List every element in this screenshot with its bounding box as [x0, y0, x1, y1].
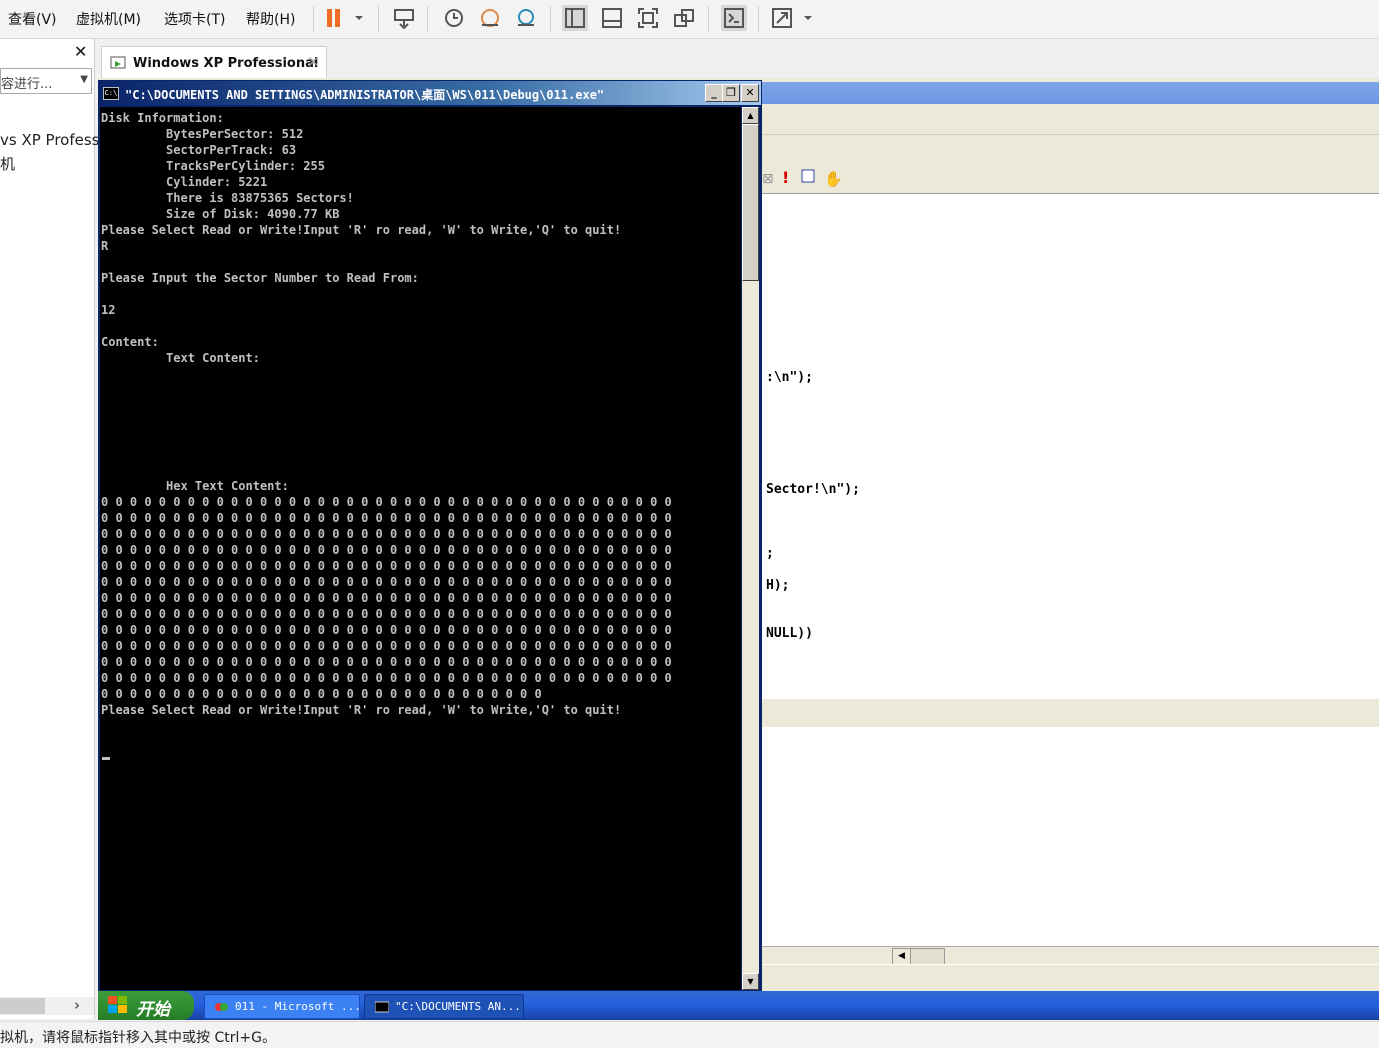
- unity-button[interactable]: [671, 5, 697, 31]
- fullscreen-button[interactable]: [635, 5, 661, 31]
- keyboard-icon: [394, 9, 414, 29]
- code-fragment: :\n");: [766, 370, 813, 385]
- code-fragment: ;: [766, 546, 774, 561]
- ide-statusbar: [762, 964, 1379, 992]
- console-scroll-thumb[interactable]: [742, 124, 759, 281]
- tab-windows-xp[interactable]: Windows XP Professional ✕: [101, 46, 327, 79]
- console-view-button[interactable]: [721, 5, 747, 31]
- taskbar-item-label: 011 - Microsoft ...: [235, 1000, 361, 1013]
- console-title: "C:\DOCUMENTS AND SETTINGS\ADMINISTRATOR…: [125, 88, 605, 102]
- toolbar-separator: [708, 6, 709, 32]
- console-text: Disk Information: BytesPerSector: 512 Se…: [101, 111, 672, 717]
- scroll-down-icon[interactable]: ▼: [742, 973, 759, 990]
- console-titlebar[interactable]: C:\ "C:\DOCUMENTS AND SETTINGS\ADMINISTR…: [99, 81, 761, 105]
- fullscreen-icon: [638, 8, 658, 28]
- ide-menubar: [762, 106, 1379, 135]
- pause-button[interactable]: [323, 5, 363, 31]
- toolbar-separator: [550, 6, 551, 32]
- library-search-placeholder: 容进行...: [1, 77, 53, 92]
- dropdown-arrow-icon[interactable]: ▼: [80, 74, 88, 85]
- scroll-left-icon[interactable]: ◀: [892, 948, 911, 965]
- taskbar-item-label: "C:\DOCUMENTS AN...: [395, 1000, 521, 1013]
- close-button[interactable]: ✕: [741, 84, 759, 102]
- toolbar-separator: [313, 6, 314, 32]
- host-toolbar: 查看(V) 虚拟机(M) 选项卡(T) 帮助(H): [0, 0, 1379, 39]
- code-fragment: NULL)): [766, 626, 813, 641]
- msdev-icon: [215, 1003, 228, 1011]
- library-hscroll-thumb[interactable]: [0, 998, 45, 1014]
- start-button[interactable]: 开始: [98, 991, 194, 1020]
- revert-snapshot-button[interactable]: [477, 5, 503, 31]
- ide-hscroll-thumb[interactable]: [910, 948, 945, 965]
- menu-help[interactable]: 帮助(H): [246, 9, 295, 29]
- library-vm-item[interactable]: vs XP Professi: [0, 131, 104, 149]
- revert-icon: [481, 9, 499, 27]
- svg-text:!: !: [782, 168, 789, 187]
- stretch-button[interactable]: [771, 5, 815, 31]
- terminal-icon: [724, 8, 744, 28]
- host-status-text: 拟机，请将鼠标指针移入其中或按 Ctrl+G。: [0, 1030, 276, 1046]
- scroll-up-icon[interactable]: ▲: [742, 107, 759, 124]
- send-ctrl-alt-del-button[interactable]: [391, 5, 417, 31]
- pause-icon: [327, 9, 363, 27]
- menu-vm[interactable]: 虚拟机(M): [76, 9, 141, 29]
- sidebar-layout-icon: [565, 8, 585, 28]
- toolbar-separator: [758, 6, 759, 32]
- svg-text:⊠: ⊠: [762, 171, 774, 187]
- xp-taskbar: 开始 011 - Microsoft ... "C:\DOCUMENTS AN.…: [98, 991, 1379, 1020]
- tab-close-icon[interactable]: ✕: [307, 53, 320, 71]
- console-vscrollbar[interactable]: ▲ ▼: [742, 107, 759, 990]
- host-statusbar: 拟机，请将鼠标指针移入其中或按 Ctrl+G。: [0, 1021, 1379, 1048]
- minimize-button[interactable]: _: [705, 84, 723, 102]
- library-panel: [0, 39, 95, 1019]
- clock-icon: [445, 9, 463, 27]
- ide-titlebar[interactable]: [762, 82, 1379, 104]
- taskbar-item-msdev[interactable]: 011 - Microsoft ...: [204, 994, 361, 1019]
- vm-icon: [110, 56, 126, 69]
- ide-tool-icons: ⊠ ! ✋: [762, 168, 843, 188]
- show-thumbnail-button[interactable]: [599, 5, 625, 31]
- tab-label: Windows XP Professional: [133, 56, 319, 71]
- show-library-button[interactable]: [562, 5, 588, 31]
- library-vm-sub-item[interactable]: 机: [0, 153, 15, 174]
- console-cursor: [102, 757, 110, 760]
- taskbar-item-console[interactable]: "C:\DOCUMENTS AN...: [364, 994, 524, 1019]
- ide-output-pane[interactable]: [762, 727, 1379, 947]
- unity-icon: [674, 9, 694, 27]
- start-label: 开始: [136, 1000, 170, 1020]
- ide-hscrollbar[interactable]: ◀: [762, 946, 1379, 965]
- menu-tabs[interactable]: 选项卡(T): [164, 9, 225, 29]
- windows-flag-icon: [108, 996, 127, 1013]
- restore-button[interactable]: ❐: [722, 84, 740, 102]
- stretch-icon: [772, 8, 812, 28]
- console-output[interactable]: Disk Information: BytesPerSector: 512 Se…: [100, 107, 741, 990]
- svg-text:✋: ✋: [824, 170, 843, 188]
- toolbar-separator: [378, 6, 379, 32]
- ide-code-editor[interactable]: [762, 193, 1379, 699]
- snapshot-manager-button[interactable]: [513, 5, 539, 31]
- snapshot-button[interactable]: [441, 5, 467, 31]
- scroll-right-icon[interactable]: ›: [74, 996, 80, 1014]
- toolbar-separator: [427, 6, 428, 32]
- code-fragment: H);: [766, 578, 790, 593]
- bottom-panel-icon: [602, 8, 622, 28]
- ide-toolbar: ⊠ ! ✋: [762, 162, 1379, 192]
- ide-splitter[interactable]: [762, 698, 1379, 728]
- console-app-icon: C:\: [103, 87, 119, 100]
- snapshot-manager-icon: [518, 9, 534, 26]
- library-close-icon[interactable]: ✕: [74, 42, 87, 61]
- library-search-input[interactable]: 容进行... ▼: [0, 68, 92, 94]
- code-fragment: Sector!\n");: [766, 482, 860, 497]
- console-icon: [375, 1001, 389, 1013]
- guest-screen[interactable]: ⊠ ! ✋ :\n"); Sector!\n"); ; H); NULL)) ◀…: [98, 78, 1379, 1020]
- menu-view[interactable]: 查看(V): [8, 9, 57, 29]
- console-window[interactable]: C:\ "C:\DOCUMENTS AND SETTINGS\ADMINISTR…: [98, 80, 762, 992]
